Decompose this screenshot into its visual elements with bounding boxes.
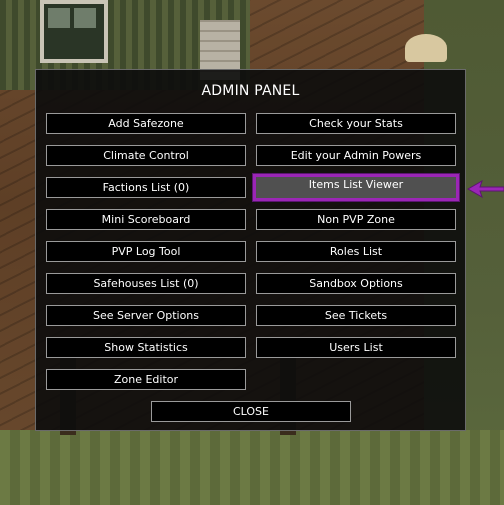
edit-admin-powers-button[interactable]: Edit your Admin Powers: [256, 145, 456, 166]
arrow-left-icon: [466, 179, 504, 199]
see-tickets-button[interactable]: See Tickets: [256, 305, 456, 326]
safehouses-list-button[interactable]: Safehouses List (0): [46, 273, 246, 294]
pvp-log-tool-button[interactable]: PVP Log Tool: [46, 241, 246, 262]
admin-panel: ADMIN PANEL Add Safezone Climate Control…: [35, 69, 466, 431]
factions-list-button[interactable]: Factions List (0): [46, 177, 246, 198]
roles-list-button[interactable]: Roles List: [256, 241, 456, 262]
background-window: [40, 0, 108, 63]
climate-control-button[interactable]: Climate Control: [46, 145, 246, 166]
game-scene: ADMIN PANEL Add Safezone Climate Control…: [0, 0, 504, 505]
zone-editor-button[interactable]: Zone Editor: [46, 369, 246, 390]
panel-title: ADMIN PANEL: [201, 83, 300, 99]
non-pvp-zone-button[interactable]: Non PVP Zone: [256, 209, 456, 230]
check-your-stats-button[interactable]: Check your Stats: [256, 113, 456, 134]
sandbox-options-button[interactable]: Sandbox Options: [256, 273, 456, 294]
mini-scoreboard-button[interactable]: Mini Scoreboard: [46, 209, 246, 230]
items-list-viewer-button[interactable]: Items List Viewer: [252, 173, 460, 202]
add-safezone-button[interactable]: Add Safezone: [46, 113, 246, 134]
close-button[interactable]: CLOSE: [151, 401, 351, 422]
show-statistics-button[interactable]: Show Statistics: [46, 337, 246, 358]
lamp-icon: [405, 34, 447, 62]
background-ground: [0, 430, 504, 505]
users-list-button[interactable]: Users List: [256, 337, 456, 358]
see-server-options-button[interactable]: See Server Options: [46, 305, 246, 326]
